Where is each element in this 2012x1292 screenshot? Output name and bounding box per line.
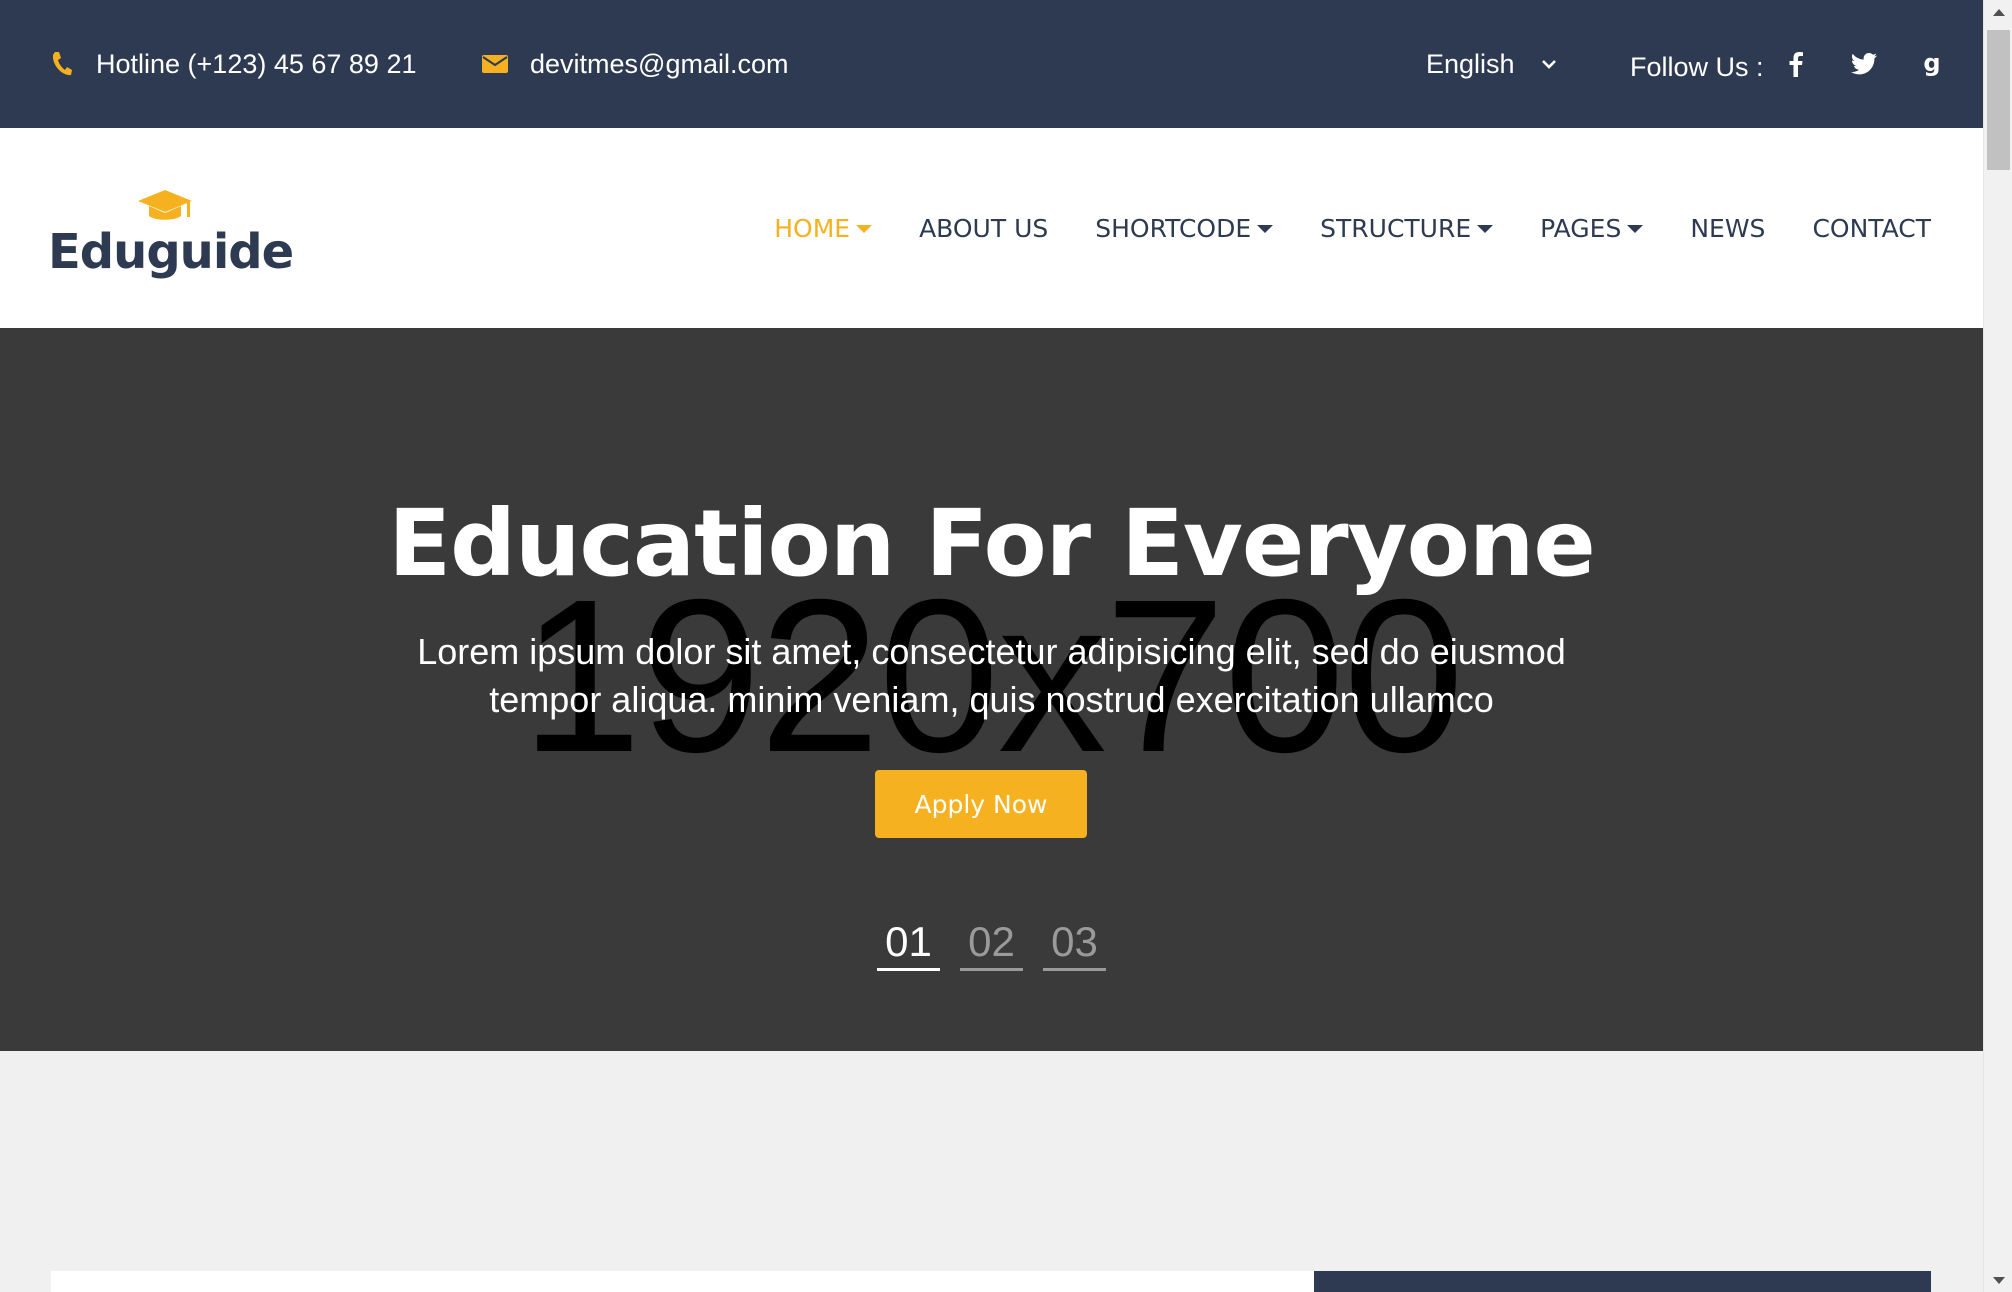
content-card	[51, 1271, 1314, 1292]
svg-text:g: g	[1924, 51, 1940, 77]
nav-label[interactable]: HOME	[774, 214, 850, 243]
top-bar: Hotline (+123) 45 67 89 21 devitmes@gmai…	[0, 0, 1983, 128]
scrollbar-thumb[interactable]	[1987, 30, 2010, 170]
nav-item-structure[interactable]: STRUCTURE	[1320, 214, 1494, 243]
nav-item-contact[interactable]: CONTACT	[1812, 214, 1931, 243]
hotline-text: Hotline (+123) 45 67 89 21	[96, 48, 417, 79]
page-scrollbar[interactable]	[1983, 0, 2012, 1292]
twitter-icon[interactable]	[1844, 44, 1884, 84]
follow-us-label: Follow Us :	[1630, 51, 1764, 82]
nav-label[interactable]: PAGES	[1540, 214, 1621, 243]
slide-indicator-1[interactable]: 01	[877, 918, 940, 971]
chevron-down-icon[interactable]	[1541, 58, 1557, 70]
nav-label[interactable]: SHORTCODE	[1095, 214, 1251, 243]
hero-description: Lorem ipsum dolor sit amet, consectetur …	[417, 631, 1566, 720]
caret-down-icon	[1257, 225, 1274, 233]
caret-down-icon	[1477, 225, 1494, 233]
slide-indicator-3[interactable]: 03	[1043, 918, 1106, 971]
nav-label[interactable]: STRUCTURE	[1320, 214, 1471, 243]
content-sidebar-panel	[1314, 1271, 1931, 1292]
follow-us: Follow Us : g	[1630, 0, 1952, 128]
logo-text: Eduguide	[48, 224, 294, 280]
nav-label[interactable]: ABOUT US	[919, 214, 1048, 243]
hero-title: Education For Everyone	[388, 490, 1595, 597]
nav-item-news[interactable]: NEWS	[1690, 214, 1765, 243]
scroll-up-icon[interactable]	[1984, 0, 2012, 24]
language-select[interactable]: English	[1426, 0, 1557, 128]
email-text[interactable]: devitmes@gmail.com	[530, 49, 788, 80]
hero-slider: 1920x700 Education For Everyone Lorem ip…	[0, 328, 1983, 1051]
mail-icon	[482, 55, 508, 73]
language-value[interactable]: English	[1426, 49, 1515, 80]
nav-item-about-us[interactable]: ABOUT US	[919, 214, 1048, 243]
nav-item-home[interactable]: HOME	[774, 214, 873, 243]
slide-indicator-2[interactable]: 02	[960, 918, 1023, 971]
google-icon[interactable]: g	[1912, 44, 1952, 84]
facebook-icon[interactable]	[1776, 44, 1816, 84]
email[interactable]: devitmes@gmail.com	[482, 0, 788, 128]
hotline: Hotline (+123) 45 67 89 21	[50, 0, 416, 128]
apply-now-button[interactable]: Apply Now	[875, 770, 1087, 838]
nav-label[interactable]: CONTACT	[1812, 214, 1931, 243]
nav-label[interactable]: NEWS	[1690, 214, 1765, 243]
phone-icon	[50, 51, 72, 77]
logo[interactable]: Eduguide	[48, 188, 294, 298]
main-nav: HOME ABOUT US SHORTCODE STRUCTURE PAGES …	[774, 128, 1931, 328]
caret-down-icon	[856, 225, 873, 233]
nav-item-pages[interactable]: PAGES	[1540, 214, 1644, 243]
scroll-down-icon[interactable]	[1984, 1268, 2012, 1292]
caret-down-icon	[1627, 225, 1644, 233]
slide-pagination: 01 02 03	[877, 918, 1126, 971]
site-header: Eduguide HOME ABOUT US SHORTCODE STRUCTU…	[0, 128, 1983, 328]
nav-item-shortcode[interactable]: SHORTCODE	[1095, 214, 1274, 243]
